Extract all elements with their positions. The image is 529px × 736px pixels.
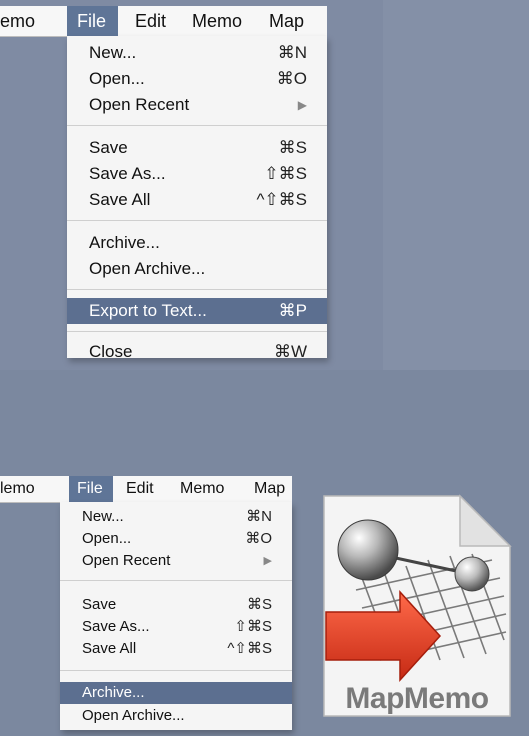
mapmemo-wordmark: MapMemo: [345, 682, 488, 715]
menu-item-label: New...: [89, 43, 137, 62]
menu-item-label: Save As...: [82, 618, 150, 635]
menu-item-save-as[interactable]: Save As... ⇧⌘S: [60, 616, 292, 638]
menu-bar-bottom: lemo File Edit Memo Map: [0, 476, 292, 503]
menu-item-open-recent[interactable]: Open Recent ▶: [67, 92, 327, 118]
menu-separator: [60, 670, 292, 671]
menu-item-save-all[interactable]: Save All ^⇧⌘S: [60, 638, 292, 660]
menu-item-label: Export to Text...: [89, 301, 207, 320]
menu-item-label: Archive...: [89, 233, 160, 252]
shortcut-label: ⌘N: [246, 508, 272, 525]
shortcut-label: ⇧⌘S: [234, 618, 272, 635]
submenu-arrow-icon: ▶: [297, 98, 307, 112]
file-menu-bottom: New... ⌘N Open... ⌘O Open Recent ▶ Save …: [60, 502, 292, 730]
menu-item-label: Close: [89, 342, 133, 358]
menubar-memo[interactable]: Memo: [186, 6, 248, 36]
menu-item-archive[interactable]: Archive...: [60, 682, 292, 704]
menu-item-label: Save All: [89, 190, 151, 209]
shortcut-label: ⌘S: [246, 596, 272, 613]
shortcut-label: ⌘S: [278, 138, 307, 157]
mapmemo-document-icon[interactable]: MapMemo: [322, 490, 512, 718]
menubar-file[interactable]: File: [69, 476, 113, 502]
shortcut-label: ^⇧⌘S: [227, 640, 272, 657]
menu-item-label: Open Recent: [82, 552, 171, 569]
shortcut-label: ⌘N: [277, 43, 307, 62]
shortcut-label: ⌘O: [245, 530, 272, 547]
menubar-memo[interactable]: Memo: [174, 476, 230, 502]
menu-item-open[interactable]: Open... ⌘O: [67, 66, 327, 92]
shortcut-label: ⇧⌘S: [264, 164, 307, 183]
menu-item-open-archive[interactable]: Open Archive...: [67, 256, 327, 282]
menu-item-label: Open...: [89, 69, 145, 88]
menu-item-label: Open Archive...: [89, 259, 206, 278]
menu-item-save-all[interactable]: Save All ^⇧⌘S: [67, 187, 327, 213]
menu-item-label: Archive...: [82, 684, 145, 701]
menu-item-open-recent[interactable]: Open Recent ▶: [60, 550, 292, 572]
menu-item-open[interactable]: Open... ⌘O: [60, 528, 292, 550]
menu-separator: [60, 580, 292, 581]
shortcut-label: ⌘O: [276, 69, 307, 88]
menu-item-archive[interactable]: Archive...: [67, 230, 327, 256]
menu-item-new[interactable]: New... ⌘N: [67, 40, 327, 66]
menu-separator: [67, 125, 327, 126]
menubar-map[interactable]: Map: [248, 476, 291, 502]
menu-item-label: New...: [82, 508, 124, 525]
menu-item-label: Open Archive...: [82, 707, 185, 724]
desktop-background-right: [383, 0, 529, 370]
menu-separator: [67, 289, 327, 290]
menu-separator: [67, 331, 327, 332]
shortcut-label: ⌘P: [278, 301, 307, 320]
menu-item-label: Save: [89, 138, 128, 157]
menu-bar-top: emo File Edit Memo Map: [0, 6, 327, 37]
menu-item-save-as[interactable]: Save As... ⇧⌘S: [67, 161, 327, 187]
menu-item-save[interactable]: Save ⌘S: [60, 594, 292, 616]
menu-item-label: Save: [82, 596, 117, 613]
menubar-app-memo[interactable]: lemo: [0, 476, 41, 502]
menu-item-label: Save All: [82, 640, 137, 657]
menubar-edit[interactable]: Edit: [129, 6, 172, 36]
mapmemo-icon-graphic: MapMemo: [323, 494, 512, 717]
menubar-edit[interactable]: Edit: [120, 476, 160, 502]
menu-item-label: Save As...: [89, 164, 166, 183]
menubar-app-memo[interactable]: emo: [0, 6, 41, 36]
shortcut-label: ^⇧⌘S: [256, 190, 307, 209]
menubar-file[interactable]: File: [67, 6, 119, 36]
menu-item-new[interactable]: New... ⌘N: [60, 506, 292, 528]
wordmark-memo: Memo: [404, 682, 489, 715]
submenu-arrow-icon: ▶: [263, 555, 272, 567]
menu-item-label: Open Recent: [89, 95, 190, 114]
menu-separator: [67, 220, 327, 221]
menubar-map[interactable]: Map: [263, 6, 310, 36]
menu-item-export-to-text[interactable]: Export to Text... ⌘P: [67, 298, 327, 324]
shortcut-label: ⌘W: [273, 342, 307, 358]
menu-item-label: Open...: [82, 530, 132, 547]
file-menu-top: New... ⌘N Open... ⌘O Open Recent ▶ Save …: [67, 36, 327, 358]
menu-item-close[interactable]: Close ⌘W: [67, 339, 327, 358]
menu-item-open-archive[interactable]: Open Archive...: [60, 705, 292, 727]
menu-item-save[interactable]: Save ⌘S: [67, 135, 327, 161]
wordmark-map: Map: [345, 682, 404, 715]
